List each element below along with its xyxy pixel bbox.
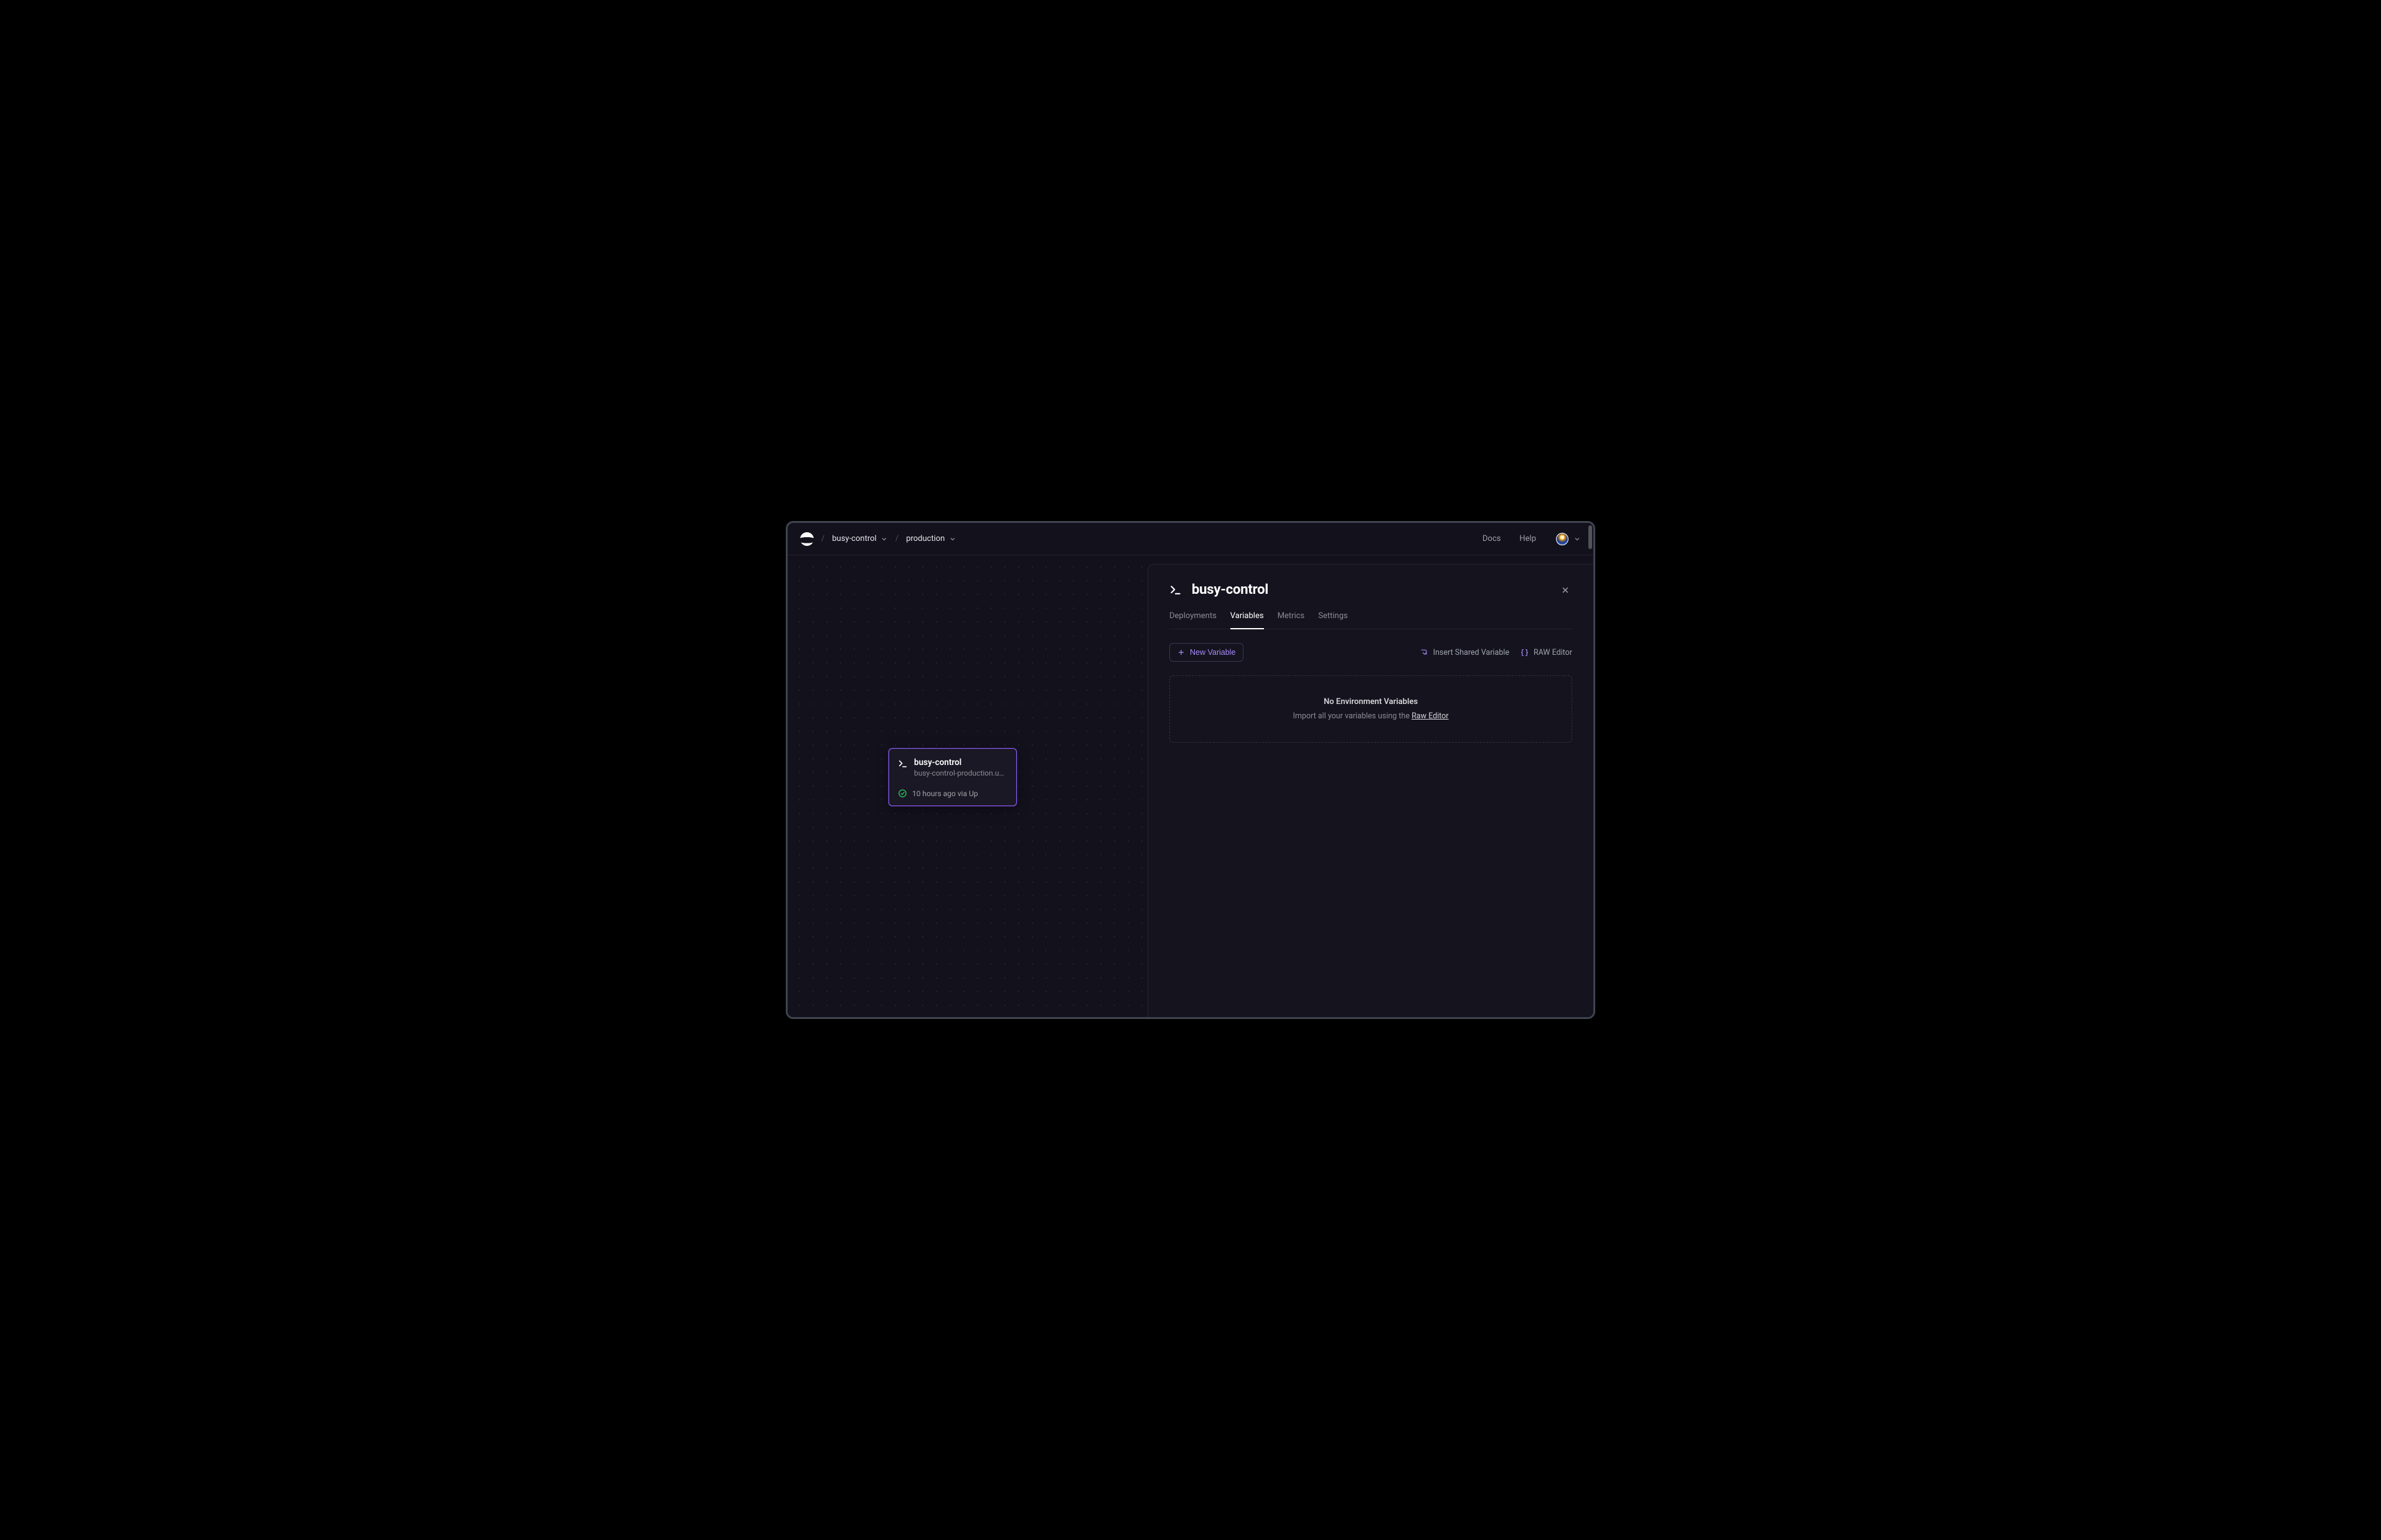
empty-subtitle: Import all your variables using the Raw … — [1182, 711, 1559, 721]
breadcrumb-project[interactable]: busy-control — [832, 534, 887, 543]
insert-shared-variable-button[interactable]: Insert Shared Variable — [1420, 648, 1509, 657]
empty-sub-prefix: Import all your variables using the — [1293, 711, 1412, 721]
breadcrumb-separator: / — [895, 534, 898, 543]
help-link[interactable]: Help — [1519, 534, 1536, 543]
chevron-down-icon — [949, 535, 956, 543]
service-card[interactable]: busy-control busy-control-production.up.… — [889, 748, 1017, 806]
panel-title: busy-control — [1192, 582, 1268, 598]
account-menu[interactable] — [1556, 533, 1581, 545]
breadcrumb-environment-label: production — [906, 534, 945, 543]
tab-settings[interactable]: Settings — [1318, 611, 1347, 629]
service-card-status: 10 hours ago via Up — [912, 789, 978, 798]
breadcrumb-environment[interactable]: production — [906, 534, 956, 543]
empty-variables-box: No Environment Variables Import all your… — [1169, 675, 1572, 743]
braces-icon — [1521, 649, 1529, 657]
chevron-down-icon — [880, 535, 888, 543]
service-panel: busy-control Deployments Variables Metri… — [1148, 564, 1593, 1017]
new-variable-label: New Variable — [1190, 648, 1235, 657]
tab-deployments[interactable]: Deployments — [1169, 611, 1217, 629]
main-body: busy-control busy-control-production.up.… — [788, 555, 1593, 1017]
tab-metrics[interactable]: Metrics — [1278, 611, 1305, 629]
breadcrumb-project-label: busy-control — [832, 534, 876, 543]
empty-title: No Environment Variables — [1182, 697, 1559, 707]
insert-arrow-icon — [1420, 649, 1428, 657]
app-logo-icon[interactable] — [800, 532, 814, 546]
check-circle-icon — [898, 789, 907, 798]
breadcrumb-separator: / — [821, 534, 824, 543]
docs-link[interactable]: Docs — [1483, 534, 1501, 543]
terminal-icon — [1169, 584, 1182, 596]
service-card-title: busy-control — [914, 758, 1007, 768]
panel-tabs: Deployments Variables Metrics Settings — [1169, 611, 1572, 629]
insert-shared-variable-label: Insert Shared Variable — [1433, 648, 1509, 657]
terminal-icon — [898, 759, 908, 769]
variable-actions: New Variable Insert Shared Variable RAW … — [1169, 643, 1572, 662]
service-card-subtitle: busy-control-production.up.... — [914, 769, 1007, 777]
raw-editor-button[interactable]: RAW Editor — [1521, 648, 1572, 657]
tab-variables[interactable]: Variables — [1230, 611, 1264, 629]
plus-icon — [1177, 649, 1185, 656]
raw-editor-label: RAW Editor — [1534, 648, 1572, 657]
scrollbar-thumb[interactable] — [1588, 525, 1592, 549]
app-window: / busy-control / production Docs Help — [786, 521, 1595, 1019]
new-variable-button[interactable]: New Variable — [1169, 643, 1243, 662]
chevron-down-icon — [1573, 535, 1581, 543]
avatar-icon — [1556, 533, 1568, 545]
close-panel-button[interactable] — [1558, 583, 1572, 597]
header: / busy-control / production Docs Help — [788, 523, 1593, 555]
raw-editor-link[interactable]: Raw Editor — [1412, 711, 1448, 721]
service-canvas[interactable]: busy-control busy-control-production.up.… — [788, 555, 1148, 1017]
close-icon — [1561, 586, 1570, 594]
